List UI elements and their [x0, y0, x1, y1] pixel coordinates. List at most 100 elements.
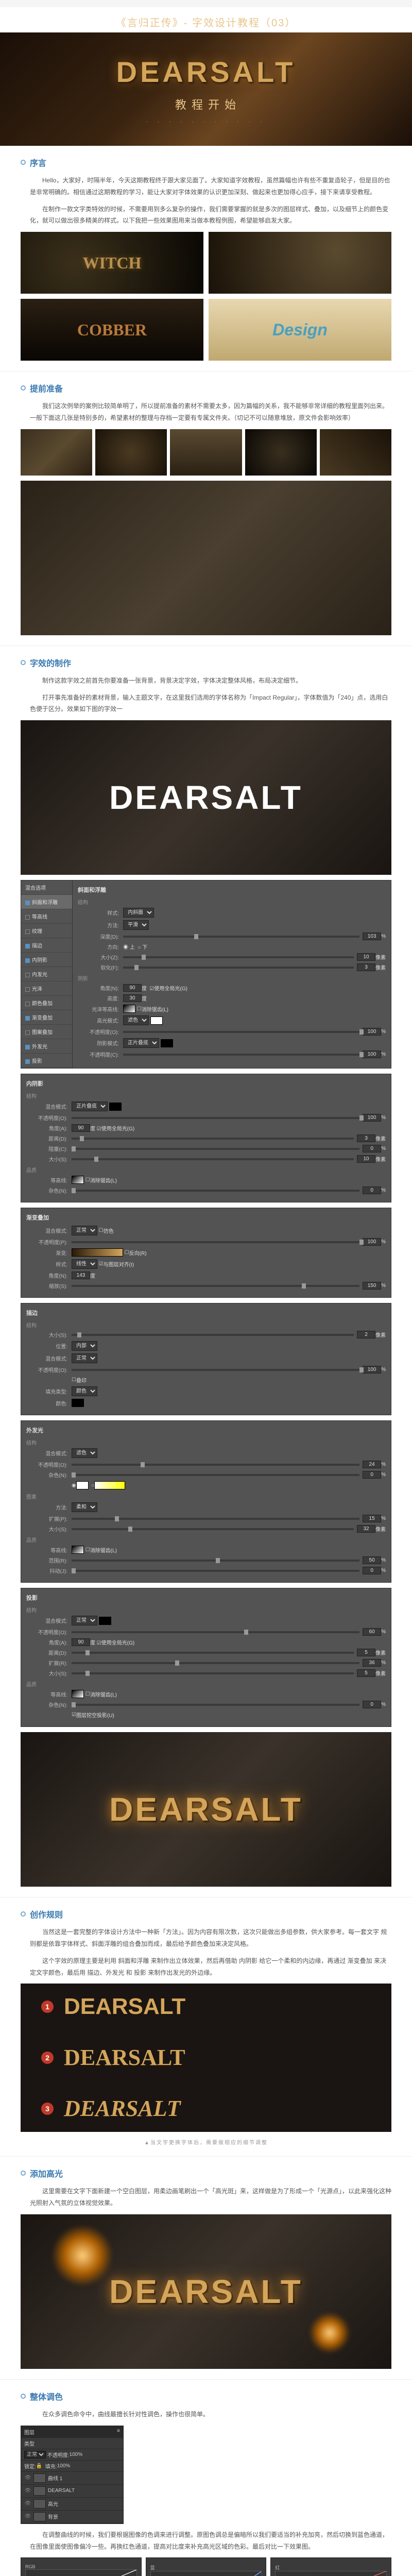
- slider[interactable]: [72, 1138, 354, 1140]
- shmode-select[interactable]: 正片叠底: [123, 1038, 159, 1048]
- value[interactable]: 90: [72, 1638, 90, 1646]
- group-label: 结构: [26, 1606, 386, 1614]
- bullet-icon: [21, 385, 26, 391]
- contour-swatch[interactable]: [72, 1546, 84, 1554]
- color-swatch[interactable]: [76, 1481, 89, 1489]
- ps-tab[interactable]: 光泽: [21, 981, 72, 996]
- slider[interactable]: [72, 1704, 359, 1706]
- slider[interactable]: [72, 1148, 359, 1150]
- sh-color-swatch[interactable]: [161, 1039, 173, 1047]
- slider[interactable]: [72, 1285, 359, 1287]
- select[interactable]: 正常: [72, 1226, 97, 1235]
- slider[interactable]: [72, 1190, 359, 1192]
- select[interactable]: 颜色: [72, 1386, 97, 1396]
- select[interactable]: 正片叠底: [72, 1101, 108, 1111]
- layer-row[interactable]: 👁背景: [21, 2511, 123, 2523]
- field-label: 位置:: [26, 1342, 67, 1350]
- slider[interactable]: [72, 1241, 359, 1243]
- value: 100: [363, 1238, 381, 1246]
- color-swatch[interactable]: [99, 1617, 111, 1625]
- select[interactable]: 滤色: [72, 1448, 97, 1458]
- ps-tab[interactable]: 内阴影: [21, 953, 72, 967]
- group-label: 结构: [26, 1321, 386, 1329]
- value: 0: [363, 1567, 381, 1574]
- slider[interactable]: [72, 1474, 359, 1476]
- color-swatch[interactable]: [109, 1103, 122, 1111]
- group-label: 结构: [26, 1092, 386, 1099]
- select[interactable]: 正常: [72, 1353, 97, 1363]
- contour-swatch[interactable]: [72, 1176, 84, 1184]
- angle-value[interactable]: 90: [123, 984, 142, 992]
- hl-color-swatch[interactable]: [150, 1016, 163, 1025]
- slider[interactable]: [72, 1117, 359, 1119]
- ps-tab[interactable]: 斜面和浮雕: [21, 895, 72, 909]
- blend-mode-select[interactable]: 正常: [24, 2451, 46, 2459]
- slider[interactable]: [72, 1652, 354, 1654]
- ps-tab[interactable]: 描边: [21, 938, 72, 953]
- slider[interactable]: [72, 1518, 359, 1520]
- gradient-swatch[interactable]: [72, 1248, 123, 1257]
- depth-slider[interactable]: [123, 936, 359, 938]
- value[interactable]: 143: [72, 1272, 90, 1279]
- slider[interactable]: [72, 1570, 359, 1572]
- value: 32: [357, 1525, 375, 1533]
- texture-thumb: [95, 429, 167, 476]
- font-number-badge: 1: [41, 2001, 54, 2013]
- hlop-slider[interactable]: [123, 1031, 359, 1033]
- select[interactable]: 内部: [72, 1341, 97, 1351]
- layer-row[interactable]: 👁曲线 1: [21, 2472, 123, 2485]
- slider[interactable]: [72, 1560, 359, 1562]
- layer-row[interactable]: 👁高光: [21, 2498, 123, 2511]
- depth-value: 103: [363, 933, 381, 940]
- slider[interactable]: [72, 1631, 359, 1633]
- curve-graph[interactable]: [150, 2571, 262, 2576]
- slider[interactable]: [72, 1334, 354, 1336]
- ps-tab[interactable]: 纹理: [21, 924, 72, 938]
- ps-tab[interactable]: 图案叠加: [21, 1025, 72, 1039]
- select[interactable]: 线性: [72, 1259, 97, 1269]
- layer-row[interactable]: 👁DEARSALT: [21, 2485, 123, 2498]
- select[interactable]: 正常: [72, 1616, 97, 1625]
- curve-panel: 红: [270, 2557, 391, 2576]
- slider[interactable]: [72, 1369, 359, 1371]
- hlmode-select[interactable]: 滤色: [123, 1015, 149, 1025]
- soft-slider[interactable]: [123, 967, 354, 969]
- curve-graph[interactable]: [25, 2569, 137, 2576]
- ps-tab[interactable]: 投影: [21, 1054, 72, 1068]
- section-title: 创作规则: [30, 1908, 63, 1920]
- method-select[interactable]: 平滑: [123, 920, 149, 930]
- slider[interactable]: [72, 1158, 354, 1160]
- ps-tab[interactable]: 颜色叠加: [21, 996, 72, 1010]
- contour-swatch[interactable]: [72, 1690, 84, 1698]
- field-label: 不透明度(C):: [78, 1050, 119, 1058]
- gradient-swatch[interactable]: [94, 1481, 125, 1489]
- color-swatch[interactable]: [72, 1399, 84, 1407]
- slider[interactable]: [72, 1464, 359, 1466]
- ps-tab[interactable]: 渐变叠加: [21, 1010, 72, 1025]
- ps-tab[interactable]: 外发光: [21, 1039, 72, 1054]
- shop-slider[interactable]: [123, 1054, 359, 1056]
- dir-up[interactable]: ◉ 上: [123, 943, 135, 951]
- select[interactable]: 柔和: [72, 1502, 97, 1512]
- slider[interactable]: [72, 1528, 354, 1530]
- alt-value[interactable]: 30: [123, 994, 142, 1002]
- curve-panel: RGB: [21, 2557, 142, 2576]
- curve-graph[interactable]: [275, 2571, 387, 2576]
- section-rule: 创作规则 当然这是一套完整的字体设计方法中一种新「方法」。因为内容有限次数，这次…: [0, 1897, 412, 2157]
- glow-spot: [309, 2312, 350, 2353]
- slider[interactable]: [72, 1672, 354, 1674]
- dir-down[interactable]: ○ 下: [138, 943, 147, 951]
- section-title: 添加高光: [30, 2167, 63, 2179]
- style-select[interactable]: 内斜面: [123, 908, 154, 918]
- value[interactable]: 90: [72, 1124, 90, 1132]
- slider[interactable]: [72, 1662, 359, 1664]
- size-slider[interactable]: [123, 956, 354, 958]
- value: 0: [363, 1471, 381, 1479]
- field-label: 方向:: [78, 943, 119, 951]
- ps-tab[interactable]: 混合选项: [21, 880, 72, 895]
- paragraph: 在制作一款文字类特效的时候，不需要用到多么复杂的操作，我们需要掌握的就是多次的图…: [30, 204, 391, 227]
- ps-tab[interactable]: 内发光: [21, 967, 72, 981]
- contour-swatch[interactable]: [123, 1005, 135, 1013]
- hlop-value: 100: [363, 1028, 381, 1036]
- ps-tab[interactable]: 等高线: [21, 909, 72, 924]
